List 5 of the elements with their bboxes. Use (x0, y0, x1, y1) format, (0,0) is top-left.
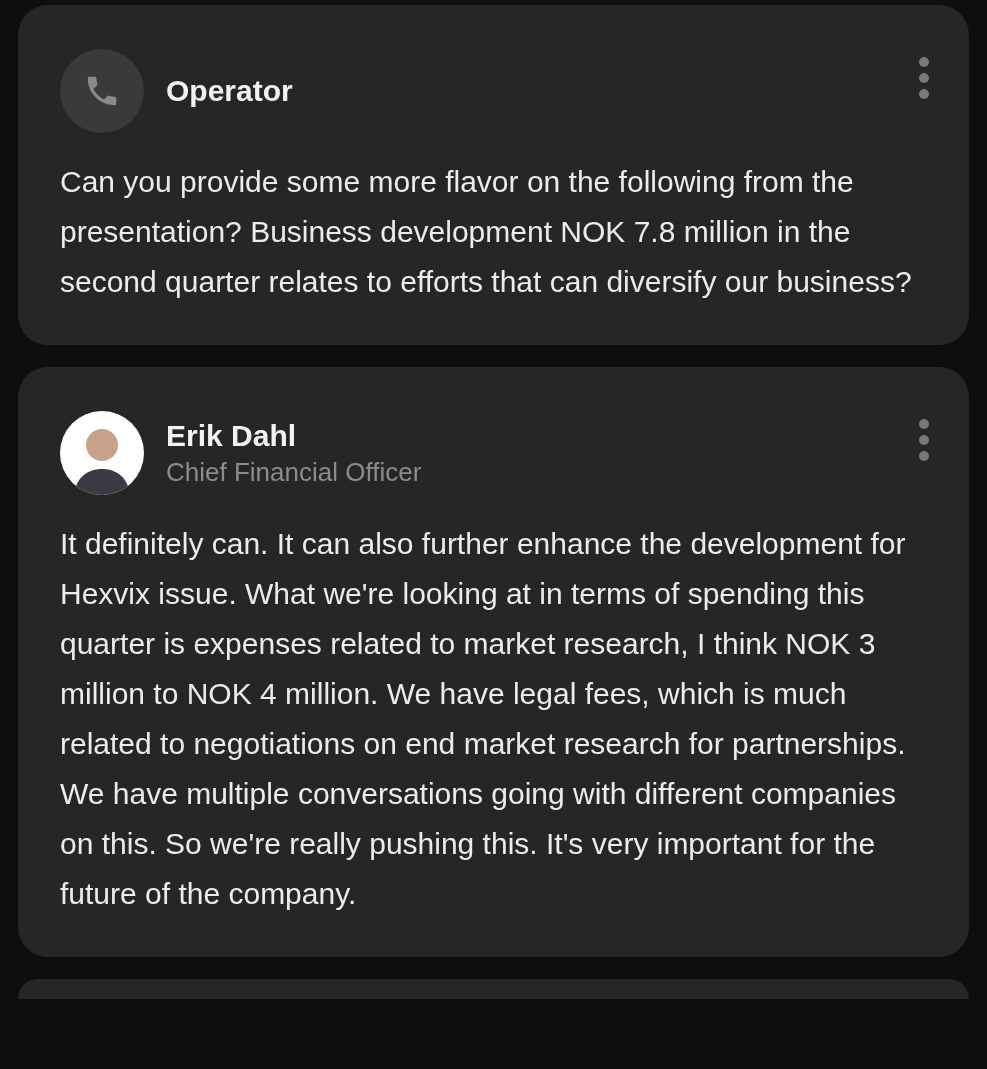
speaker-name: Operator (166, 73, 293, 109)
speaker-name: Erik Dahl (166, 418, 298, 454)
speaker-title: Chief Financial Officer (166, 456, 422, 489)
message-text: It definitely can. It can also further enhance the development for Hexvix issue. What we're looking at in terms of spending this quarter is expenses related to market research, I think NOK 3 million to NOK 4 million. We have legal fees, which is much related to negotiations on end market research for partnerships. We have multiple conversations going with different companies on this. So we're really pushing this. It's very important for the future of the company. (60, 526, 907, 912)
message-text: Can you provide some more flavor on the following from the presentation? Business development NOK 7.8 million in the second quarter relates to efforts that can diversify our business? (60, 164, 913, 300)
